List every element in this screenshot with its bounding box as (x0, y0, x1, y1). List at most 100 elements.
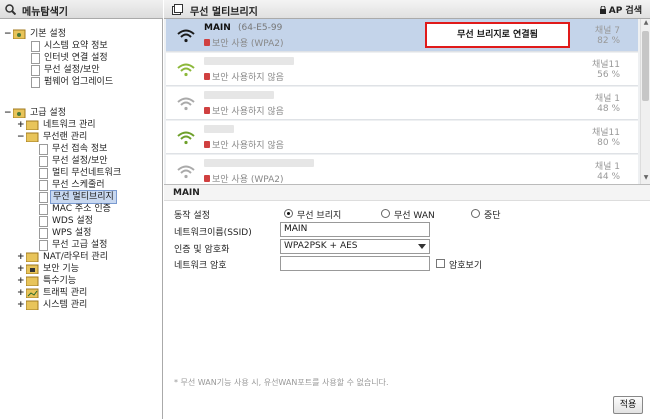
scroll-thumb[interactable] (642, 31, 649, 101)
tree-item-wps[interactable]: WPS 설정 (0, 227, 160, 239)
expand-icon[interactable]: + (17, 275, 25, 287)
wifi-signal-icon (177, 97, 195, 111)
wifi-signal-icon (177, 63, 195, 77)
ssid-input[interactable]: MAIN (280, 222, 430, 237)
mode-radio-wan[interactable] (381, 209, 390, 218)
ap-row[interactable]: MAIN (64-E5-99 보안 사용 (WPA2) 무선 브리지로 연결됨 … (166, 19, 638, 52)
tree-item-label: 인터넷 연결 설정 (44, 53, 108, 63)
tree-group-basic[interactable]: − 기본 설정 (0, 28, 160, 40)
tree-item-special[interactable]: + 특수기능 (0, 275, 160, 287)
redacted-ssid (204, 125, 234, 133)
expand-icon[interactable]: + (17, 251, 25, 263)
tree-item-label: 멀티 무선네트워크 (52, 168, 122, 178)
expand-icon[interactable]: + (17, 299, 25, 311)
tree-item-label: 보안 기능 (43, 264, 79, 274)
folder-icon (26, 276, 39, 286)
lock-folder-icon (26, 264, 39, 274)
mode-option-label: 무선 브리지 (297, 211, 342, 221)
folder-icon (26, 132, 39, 142)
tree-item-mac-auth[interactable]: MAC 주소 인증 (0, 203, 160, 215)
expand-icon[interactable]: + (17, 263, 25, 275)
tree-item-firmware-upgrade[interactable]: 펌웨어 업그레이드 (0, 76, 160, 88)
tree-item-traffic[interactable]: + 트래픽 관리 (0, 287, 160, 299)
wifi-signal-icon (177, 131, 195, 145)
page-title: 무선 멀티브리지 (190, 7, 258, 18)
ap-signal: 44 % (597, 172, 620, 182)
apply-button[interactable]: 적용 (613, 396, 643, 414)
expand-icon[interactable]: + (17, 287, 25, 299)
tree-item-label: NAT/라우터 관리 (43, 252, 108, 262)
collapse-icon[interactable]: − (4, 107, 12, 119)
tree-group-basic-label: 기본 설정 (30, 29, 66, 39)
password-label: 네트워크 암호 (174, 261, 227, 271)
tree-group-advanced-label: 고급 설정 (30, 108, 66, 118)
document-icon (39, 144, 48, 155)
redacted-ssid (204, 159, 314, 167)
ap-channel: 채널11 (591, 60, 620, 70)
password-input[interactable] (280, 256, 430, 271)
tree-item-label: 시스템 관리 (43, 300, 88, 310)
menu-explorer-title: 메뉴탐색기 (22, 7, 68, 18)
document-icon (39, 204, 48, 215)
tree-item-multi-ssid[interactable]: 멀티 무선네트워크 (0, 167, 160, 179)
tree-group-advanced[interactable]: − 고급 설정 (0, 107, 160, 119)
form-section-header: MAIN (164, 184, 650, 201)
mode-label: 동작 설정 (174, 211, 210, 221)
tree-item-label: 무선 고급 설정 (52, 240, 108, 250)
tree-item-security[interactable]: + 보안 기능 (0, 263, 160, 275)
tree-item-wireless-settings[interactable]: 무선 설정/보안 (0, 155, 160, 167)
chart-folder-icon (26, 288, 39, 298)
tree-item-wireless-lan[interactable]: − 무선랜 관리 (0, 131, 160, 143)
collapse-icon[interactable]: − (17, 131, 25, 143)
tree-item-wireless-security[interactable]: 무선 설정/보안 (0, 64, 160, 76)
document-icon (31, 41, 40, 52)
tree-item-nat-router[interactable]: + NAT/라우터 관리 (0, 251, 160, 263)
mode-option-label: 중단 (484, 211, 501, 221)
scroll-down-icon[interactable]: ▼ (641, 174, 650, 184)
document-icon (31, 53, 40, 64)
ap-row[interactable]: 보안 사용하지 않음 채널11 80 % (166, 121, 638, 154)
folder-gear-icon (13, 108, 26, 118)
document-icon (39, 192, 48, 203)
document-icon (39, 156, 48, 167)
tree-item-wireless-access-info[interactable]: 무선 접속 정보 (0, 143, 160, 155)
tree-item-system-summary[interactable]: 시스템 요약 정보 (0, 40, 160, 52)
window-icon (172, 4, 183, 15)
ap-security: 보안 사용하지 않음 (204, 138, 284, 151)
ap-row[interactable]: 보안 사용하지 않음 채널11 56 % (166, 53, 638, 86)
tree-item-label: 네트워크 관리 (43, 120, 96, 130)
tree-item-wireless-advanced[interactable]: 무선 고급 설정 (0, 239, 160, 251)
expand-icon[interactable]: + (17, 119, 25, 131)
redacted-ssid (204, 57, 294, 65)
ap-search-button[interactable]: AP 검색 (599, 3, 642, 16)
ap-list-scrollbar[interactable]: ▲ ▼ (640, 19, 650, 184)
collapse-icon[interactable]: − (4, 28, 12, 40)
content-header: 무선 멀티브리지 AP 검색 (164, 0, 650, 19)
ap-security: 보안 사용 (WPA2) (204, 172, 284, 184)
auth-label: 인증 및 암호화 (174, 245, 230, 255)
ap-security-label: 보안 사용하지 않음 (212, 73, 284, 83)
mode-radio-bridge[interactable] (284, 209, 293, 218)
tree-item-wds[interactable]: WDS 설정 (0, 215, 160, 227)
tree-item-internet-connection[interactable]: 인터넷 연결 설정 (0, 52, 160, 64)
tree-item-label: 무선 접속 정보 (52, 144, 108, 154)
mode-radio-stop[interactable] (471, 209, 480, 218)
tree-item-system[interactable]: + 시스템 관리 (0, 299, 160, 311)
tree-item-wireless-multibridge[interactable]: 무선 멀티브리지 (0, 190, 160, 204)
form-section-title: MAIN (173, 188, 200, 198)
menu-explorer-panel: 메뉴탐색기 − 기본 설정 시스템 요약 정보 인터넷 연결 설정 무선 설정/… (0, 0, 163, 419)
ap-row[interactable]: 보안 사용하지 않음 채널 1 48 % (166, 87, 638, 120)
ap-security-label: 보안 사용하지 않음 (212, 141, 284, 151)
tree-item-label: 펌웨어 업그레이드 (44, 77, 114, 87)
tree-item-network-management[interactable]: + 네트워크 관리 (0, 119, 160, 131)
ap-ssid: MAIN (204, 23, 231, 33)
ap-security-label: 보안 사용 (WPA2) (212, 175, 284, 184)
folder-gear-icon (13, 29, 26, 39)
ap-security: 보안 사용 (WPA2) (204, 36, 284, 49)
scroll-up-icon[interactable]: ▲ (641, 19, 650, 29)
search-icon (5, 4, 16, 15)
auth-select[interactable]: WPA2PSK + AES (280, 239, 430, 254)
ap-row[interactable]: 보안 사용 (WPA2) 채널 1 44 % (166, 155, 638, 184)
show-password-checkbox[interactable] (436, 259, 445, 268)
document-icon (39, 240, 48, 251)
